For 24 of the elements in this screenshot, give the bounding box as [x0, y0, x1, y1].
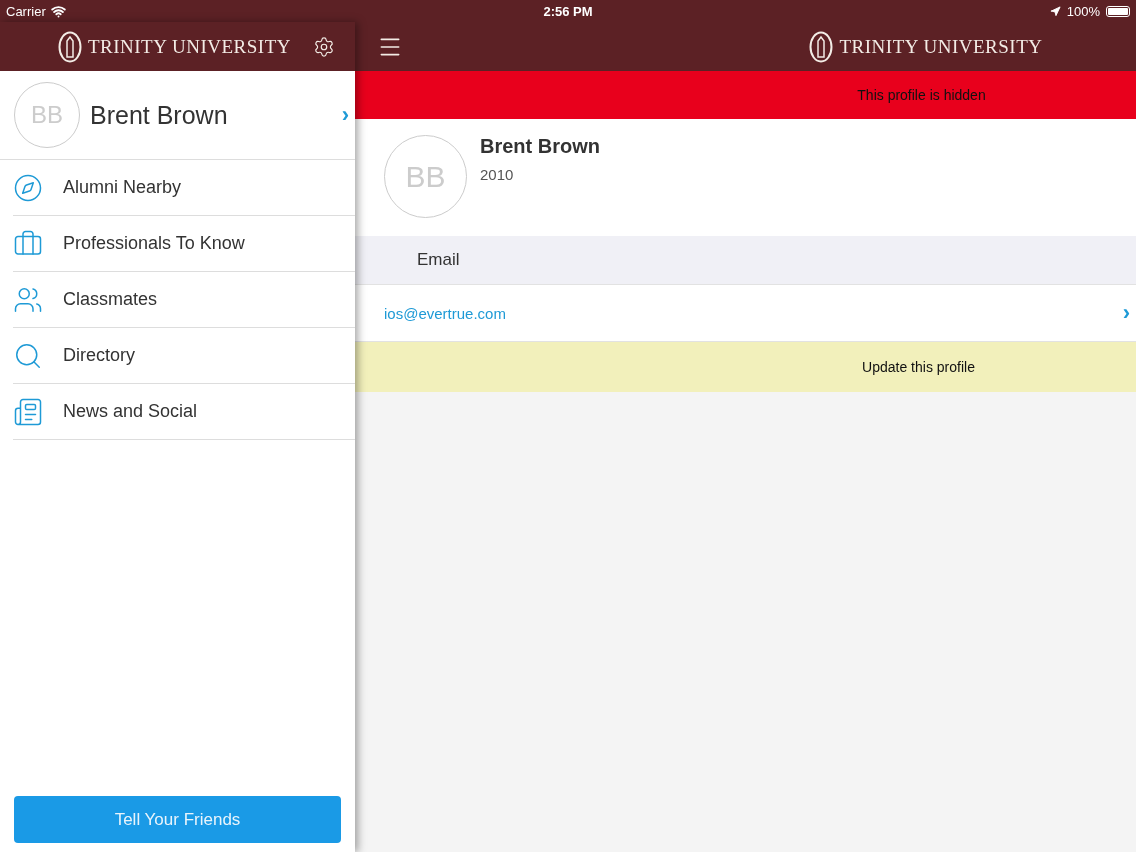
tower-logo-icon — [57, 30, 82, 63]
battery-icon — [1106, 5, 1130, 17]
hidden-profile-banner: This profile is hidden — [355, 71, 1136, 119]
menu-item[interactable]: Alumni Nearby — [13, 160, 355, 216]
location-arrow-icon — [1049, 5, 1061, 17]
news-icon — [13, 396, 43, 427]
section-header: Email — [355, 236, 1136, 285]
carrier-label: Carrier — [6, 3, 46, 19]
chevron-icon: › — [1122, 300, 1130, 326]
university-logo-text: TRINITY UNIVERSITY — [87, 35, 291, 58]
university-logo-text: TRINITY UNIVERSITY — [839, 35, 1043, 58]
settings-icon[interactable] — [313, 35, 335, 58]
profile-name: Brent Brown — [480, 135, 600, 158]
tower-logo-icon — [809, 30, 834, 63]
profile-name: Brent Brown — [90, 100, 229, 130]
class-year: 2010 — [480, 166, 515, 183]
wifi-icon — [50, 3, 66, 19]
chevron-icon: › — [341, 102, 349, 128]
update-profile-button[interactable]: Update this profile — [355, 342, 1136, 392]
battery-percent: 100% — [1066, 3, 1100, 19]
menu-item[interactable]: Professionals To Know — [13, 216, 355, 272]
compass-icon — [13, 172, 43, 203]
status-time: 2:56 PM — [543, 3, 593, 19]
menu-item[interactable]: News and Social — [13, 384, 355, 440]
